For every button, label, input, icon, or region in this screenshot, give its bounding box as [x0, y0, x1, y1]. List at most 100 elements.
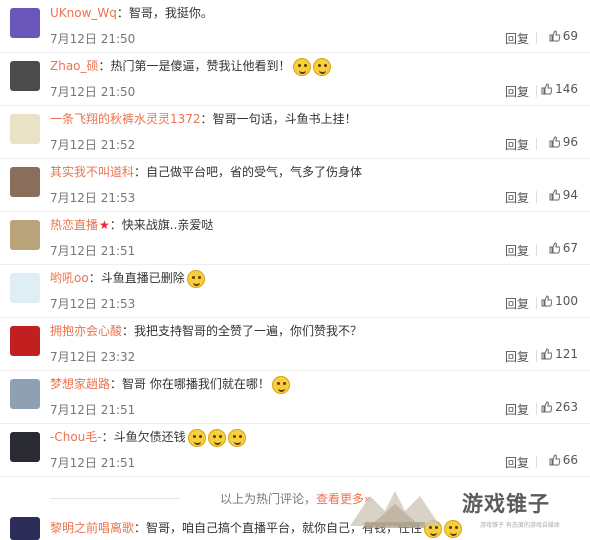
timestamp: 7月12日 21:51: [50, 244, 136, 258]
colon: ：: [109, 218, 122, 232]
avatar[interactable]: [10, 432, 40, 462]
star-badge-icon: ★: [99, 218, 110, 232]
like-count: 94: [562, 188, 578, 202]
reply-button[interactable]: 回复: [505, 242, 529, 259]
timestamp: 7月12日 21:50: [50, 32, 136, 46]
like-button[interactable]: 263: [540, 400, 578, 414]
reply-button[interactable]: 回复: [505, 30, 529, 47]
username-link[interactable]: 一条飞翔的秋裤水灵灵1372: [50, 112, 201, 126]
emoji-icon: [312, 57, 331, 76]
like-button[interactable]: 67: [540, 241, 578, 255]
username-link[interactable]: Zhao_硕: [50, 59, 99, 73]
thumbs-up-icon: [541, 83, 553, 95]
like-count: 121: [555, 347, 578, 361]
comment-text: 斗鱼直播已删除: [100, 271, 185, 285]
reply-button[interactable]: 回复: [505, 348, 529, 365]
watermark: 游戏锥子 游戏锥子 有态度的游戏自媒体: [340, 482, 590, 540]
colon: ：: [134, 165, 147, 179]
emoji-icon: [227, 428, 246, 447]
emoji-icon: [271, 375, 290, 394]
like-button[interactable]: 146: [540, 82, 578, 96]
comment-row: 拥抱亦会心酸：我把支持智哥的全赞了一遍，你们赞我不？ 7月12日 23:32 回复 1…: [0, 318, 590, 371]
divider: [536, 138, 537, 150]
comment-text: 热门第一是傻逼，赞我让他看到！: [110, 59, 291, 73]
colon: ：: [134, 521, 147, 535]
colon: ：: [98, 59, 111, 73]
comment-row: 其实我不叫道科：自己做平台吧，省的受气，气多了伤身体 7月12日 21:53 回复 9…: [0, 159, 590, 212]
like-count: 67: [562, 241, 578, 255]
like-button[interactable]: 96: [540, 135, 578, 149]
like-count: 96: [562, 135, 578, 149]
comment-text: 智哥，我挺你。: [128, 6, 213, 20]
like-button[interactable]: 69: [540, 29, 578, 43]
divider: [536, 297, 537, 309]
comment-row: Zhao_硕：热门第一是傻逼，赞我让他看到！ 7月12日 21:50 回复 146: [0, 53, 590, 106]
watermark-logo-icon: [350, 491, 440, 528]
avatar[interactable]: [10, 61, 40, 91]
username-link[interactable]: -Chou毛-: [50, 430, 102, 444]
thumbs-up-icon: [549, 454, 560, 466]
timestamp: 7月12日 21:53: [50, 297, 136, 311]
username-link[interactable]: 黎明之前唱离歌: [50, 521, 134, 535]
timestamp: 7月12日 21:51: [50, 456, 136, 470]
timestamp: 7月12日 21:52: [50, 138, 136, 152]
username-link[interactable]: 拥抱亦会心酸: [50, 324, 122, 338]
thumbs-up-icon: [549, 242, 560, 254]
username-link[interactable]: 热恋直播: [50, 218, 98, 232]
reply-button[interactable]: 回复: [505, 83, 529, 100]
username-link[interactable]: 其实我不叫道科: [50, 165, 134, 179]
username-link[interactable]: UKnow_Wq: [50, 6, 117, 20]
colon: ：: [200, 112, 213, 126]
colon: ：: [110, 377, 123, 391]
watermark-subtitle: 游戏锥子 有态度的游戏自媒体: [480, 522, 560, 529]
divider: [536, 85, 537, 97]
like-count: 263: [555, 400, 578, 414]
avatar[interactable]: [10, 8, 40, 38]
thumbs-up-icon: [549, 189, 560, 201]
reply-button[interactable]: 回复: [505, 295, 529, 312]
emoji-icon: [186, 269, 205, 288]
thumbs-up-icon: [541, 401, 553, 413]
avatar[interactable]: [10, 517, 40, 540]
reply-button[interactable]: 回复: [505, 401, 529, 418]
timestamp: 7月12日 21:53: [50, 191, 136, 205]
like-button[interactable]: 121: [540, 347, 578, 361]
like-count: 100: [555, 294, 578, 308]
like-button[interactable]: 66: [540, 453, 578, 467]
colon: ：: [122, 324, 135, 338]
thumbs-up-icon: [541, 295, 553, 307]
divider-line: [50, 498, 180, 499]
comment-text: 自己做平台吧，省的受气，气多了伤身体: [146, 165, 363, 179]
comment-row: 梦想家趟路：智哥 你在哪播我们就在哪！ 7月12日 21:51 回复 263: [0, 371, 590, 424]
emoji-icon: [187, 428, 206, 447]
avatar[interactable]: [10, 273, 40, 303]
thumbs-up-icon: [549, 30, 560, 42]
avatar[interactable]: [10, 167, 40, 197]
comment-row: 哟吼oo：斗鱼直播已删除 7月12日 21:53 回复 100: [0, 265, 590, 318]
timestamp: 7月12日 23:32: [50, 350, 136, 364]
avatar[interactable]: [10, 379, 40, 409]
like-button[interactable]: 94: [540, 188, 578, 202]
comment-text: 快来战旗..亲爱哒: [121, 218, 214, 232]
like-count: 146: [555, 82, 578, 96]
username-link[interactable]: 梦想家趟路: [50, 377, 110, 391]
colon: ：: [88, 271, 101, 285]
comment-text: 智哥一句话，斗鱼书上挂！: [212, 112, 357, 126]
like-button[interactable]: 100: [540, 294, 578, 308]
comment-row: 一条飞翔的秋裤水灵灵1372：智哥一句话，斗鱼书上挂！ 7月12日 21:52 回复…: [0, 106, 590, 159]
divider: [536, 32, 537, 44]
reply-button[interactable]: 回复: [505, 136, 529, 153]
like-count: 66: [562, 453, 578, 467]
like-count: 69: [562, 29, 578, 43]
username-link[interactable]: 哟吼oo: [50, 271, 89, 285]
divider: [536, 244, 537, 256]
reply-button[interactable]: 回复: [505, 189, 529, 206]
avatar[interactable]: [10, 114, 40, 144]
reply-button[interactable]: 回复: [505, 454, 529, 471]
comment-row: -Chou毛-：斗鱼欠债还钱 7月12日 21:51 回复 66: [0, 424, 590, 477]
avatar[interactable]: [10, 220, 40, 250]
divider: [536, 191, 537, 203]
comment-row: 热恋直播★：快来战旗..亲爱哒 7月12日 21:51 回复 67: [0, 212, 590, 265]
avatar[interactable]: [10, 326, 40, 356]
hot-comments-label: 以上为热门评论，: [220, 492, 317, 506]
